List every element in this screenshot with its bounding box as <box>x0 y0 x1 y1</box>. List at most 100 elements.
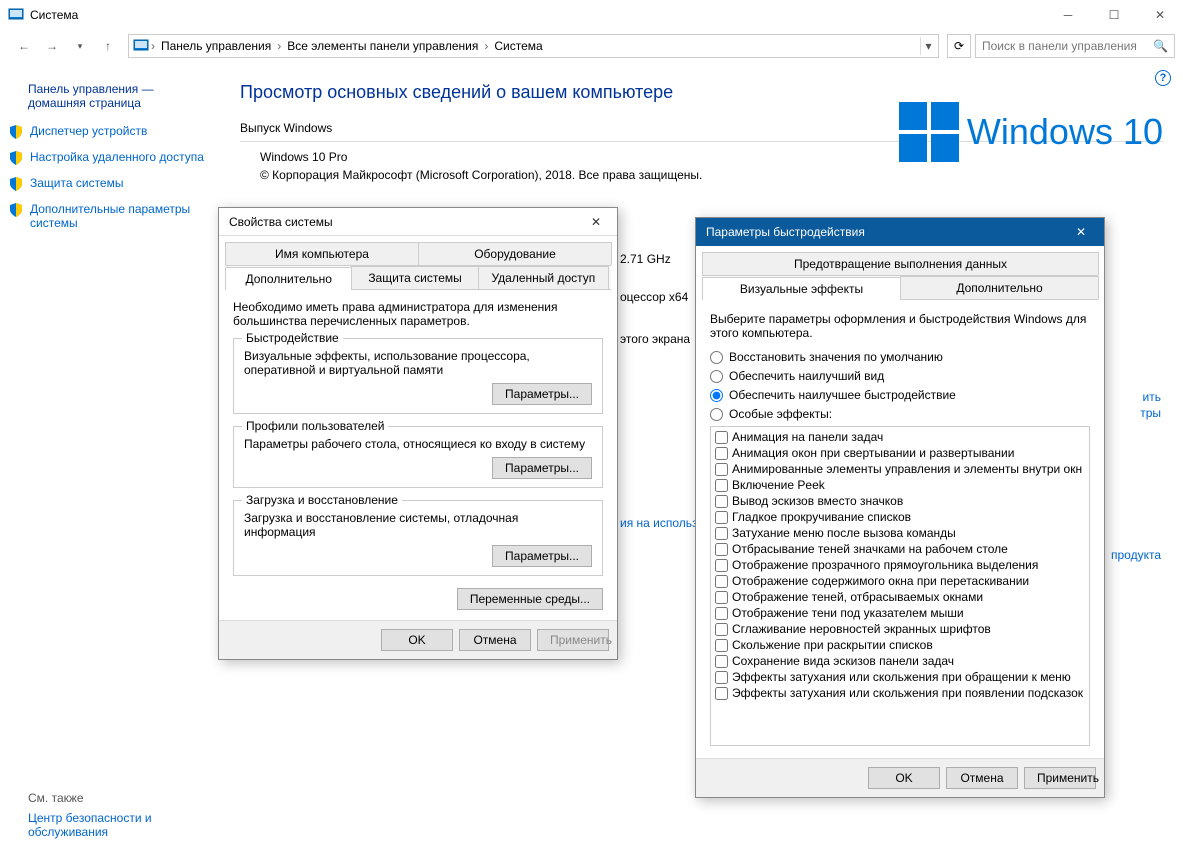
effect-checkbox[interactable] <box>715 639 728 652</box>
effect-check-item[interactable]: Гладкое прокручивание списков <box>713 509 1087 525</box>
sysprops-tabs-row2: Дополнительно Защита системы Удаленный д… <box>225 266 611 290</box>
perf-apply-button[interactable]: Применить <box>1024 767 1096 789</box>
effect-checkbox[interactable] <box>715 623 728 636</box>
effect-checkbox[interactable] <box>715 527 728 540</box>
sidebar-home-link[interactable]: Панель управления — домашняя страница <box>28 82 208 110</box>
minimize-button[interactable]: ─ <box>1045 0 1091 30</box>
sidebar-item-device-manager[interactable]: Диспетчер устройств <box>8 124 208 140</box>
effect-checkbox[interactable] <box>715 655 728 668</box>
effect-checkbox[interactable] <box>715 607 728 620</box>
startup-settings-button[interactable]: Параметры... <box>492 545 592 567</box>
perf-cancel-button[interactable]: Отмена <box>946 767 1018 789</box>
profiles-settings-button[interactable]: Параметры... <box>492 457 592 479</box>
effect-check-item[interactable]: Эффекты затухания или скольжения при обр… <box>713 669 1087 685</box>
product-link-fragment[interactable]: продукта <box>1111 548 1161 562</box>
sidebar-item-advanced-settings[interactable]: Дополнительные параметры системы <box>8 202 208 230</box>
perf-close-button[interactable]: ✕ <box>1064 221 1098 243</box>
effect-checkbox[interactable] <box>715 495 728 508</box>
nav-up-button[interactable]: ↑ <box>96 34 120 58</box>
tab-system-protection[interactable]: Защита системы <box>351 266 478 289</box>
effect-checkbox[interactable] <box>715 575 728 588</box>
address-bar[interactable]: › Панель управления › Все элементы панел… <box>128 34 939 58</box>
effect-check-item[interactable]: Отбрасывание теней значками на рабочем с… <box>713 541 1087 557</box>
effect-check-item[interactable]: Сохранение вида эскизов панели задач <box>713 653 1087 669</box>
effect-check-item[interactable]: Сглаживание неровностей экранных шрифтов <box>713 621 1087 637</box>
maximize-button[interactable]: ☐ <box>1091 0 1137 30</box>
effect-check-item[interactable]: Затухание меню после вызова команды <box>713 525 1087 541</box>
sysprops-title-bar[interactable]: Свойства системы ✕ <box>219 208 617 236</box>
effect-check-item[interactable]: Эффекты затухания или скольжения при поя… <box>713 685 1087 701</box>
sidebar-item-system-protection[interactable]: Защита системы <box>8 176 208 192</box>
tab-hardware[interactable]: Оборудование <box>418 242 612 265</box>
effect-check-item[interactable]: Скольжение при раскрытии списков <box>713 637 1087 653</box>
sysprops-cancel-button[interactable]: Отмена <box>459 629 531 651</box>
radio-default[interactable]: Восстановить значения по умолчанию <box>710 350 1090 364</box>
breadcrumb-control-panel[interactable]: Панель управления <box>157 39 275 53</box>
effect-checkbox[interactable] <box>715 687 728 700</box>
performance-settings-button[interactable]: Параметры... <box>492 383 592 405</box>
sysprops-ok-button[interactable]: OK <box>381 629 453 651</box>
windows10-logo: Windows 10 <box>899 102 1163 162</box>
tab-dep[interactable]: Предотвращение выполнения данных <box>702 252 1099 275</box>
effect-checkbox[interactable] <box>715 591 728 604</box>
link-fragment-2[interactable]: тры <box>1140 406 1161 420</box>
radio-custom[interactable]: Особые эффекты: <box>710 407 1090 421</box>
effect-checkbox[interactable] <box>715 447 728 460</box>
refresh-button[interactable]: ⟳ <box>947 34 971 58</box>
effect-checkbox[interactable] <box>715 671 728 684</box>
system-icon <box>133 38 149 54</box>
radio-best-look-input[interactable] <box>710 370 723 383</box>
effect-checkbox[interactable] <box>715 431 728 444</box>
radio-default-input[interactable] <box>710 351 723 364</box>
sidebar-item-remote-settings[interactable]: Настройка удаленного доступа <box>8 150 208 166</box>
address-dropdown-button[interactable]: ▾ <box>920 37 936 55</box>
tab-perf-advanced[interactable]: Дополнительно <box>900 276 1099 299</box>
search-input[interactable]: Поиск в панели управления 🔍 <box>975 34 1175 58</box>
tab-remote[interactable]: Удаленный доступ <box>478 266 609 289</box>
perf-title-bar[interactable]: Параметры быстродействия ✕ <box>696 218 1104 246</box>
copyright-text: © Корпорация Майкрософт (Microsoft Corpo… <box>260 168 1163 182</box>
effect-check-item[interactable]: Отображение прозрачного прямоугольника в… <box>713 557 1087 573</box>
radio-best-perf-input[interactable] <box>710 389 723 402</box>
usage-link-fragment[interactable]: ия на использ <box>620 516 698 530</box>
effect-label: Анимированные элементы управления и элем… <box>732 462 1082 476</box>
chevron-right-icon[interactable]: › <box>482 39 490 53</box>
admin-note: Необходимо иметь права администратора дл… <box>233 300 603 328</box>
tab-computer-name[interactable]: Имя компьютера <box>225 242 419 265</box>
sysprops-apply-button[interactable]: Применить <box>537 629 609 651</box>
effect-checkbox[interactable] <box>715 511 728 524</box>
effect-checkbox[interactable] <box>715 479 728 492</box>
nav-back-button[interactable]: ← <box>12 34 36 58</box>
nav-history-button[interactable]: ▾ <box>68 34 92 58</box>
sidebar-security-link[interactable]: Центр безопасности и обслуживания <box>28 811 188 839</box>
breadcrumb-system[interactable]: Система <box>490 39 546 53</box>
sysprops-close-button[interactable]: ✕ <box>581 212 611 232</box>
link-fragment-1[interactable]: ить <box>1143 390 1161 404</box>
effect-label: Сохранение вида эскизов панели задач <box>732 654 954 668</box>
chevron-right-icon[interactable]: › <box>275 39 283 53</box>
effect-check-item[interactable]: Отображение теней, отбрасываемых окнами <box>713 589 1087 605</box>
radio-best-look[interactable]: Обеспечить наилучший вид <box>710 369 1090 383</box>
nav-forward-button[interactable]: → <box>40 34 64 58</box>
effect-check-item[interactable]: Включение Peek <box>713 477 1087 493</box>
effect-check-item[interactable]: Анимация на панели задач <box>713 429 1087 445</box>
close-button[interactable]: ✕ <box>1137 0 1183 30</box>
env-vars-button[interactable]: Переменные среды... <box>457 588 603 610</box>
effect-check-item[interactable]: Отображение тени под указателем мыши <box>713 605 1087 621</box>
radio-best-perf[interactable]: Обеспечить наилучшее быстродействие <box>710 388 1090 402</box>
effect-check-item[interactable]: Анимированные элементы управления и элем… <box>713 461 1087 477</box>
effects-checklist[interactable]: Анимация на панели задачАнимация окон пр… <box>710 426 1090 746</box>
tab-visual-effects[interactable]: Визуальные эффекты <box>702 277 901 300</box>
breadcrumb-all-items[interactable]: Все элементы панели управления <box>283 39 482 53</box>
effect-check-item[interactable]: Вывод эскизов вместо значков <box>713 493 1087 509</box>
effect-checkbox[interactable] <box>715 463 728 476</box>
chevron-right-icon[interactable]: › <box>149 39 157 53</box>
perf-ok-button[interactable]: OK <box>868 767 940 789</box>
effect-checkbox[interactable] <box>715 543 728 556</box>
tab-advanced[interactable]: Дополнительно <box>225 267 352 290</box>
effect-check-item[interactable]: Анимация окон при свертывании и разверты… <box>713 445 1087 461</box>
effect-check-item[interactable]: Отображение содержимого окна при перетас… <box>713 573 1087 589</box>
effect-checkbox[interactable] <box>715 559 728 572</box>
performance-group: Быстродействие Визуальные эффекты, испол… <box>233 338 603 414</box>
radio-custom-input[interactable] <box>710 408 723 421</box>
